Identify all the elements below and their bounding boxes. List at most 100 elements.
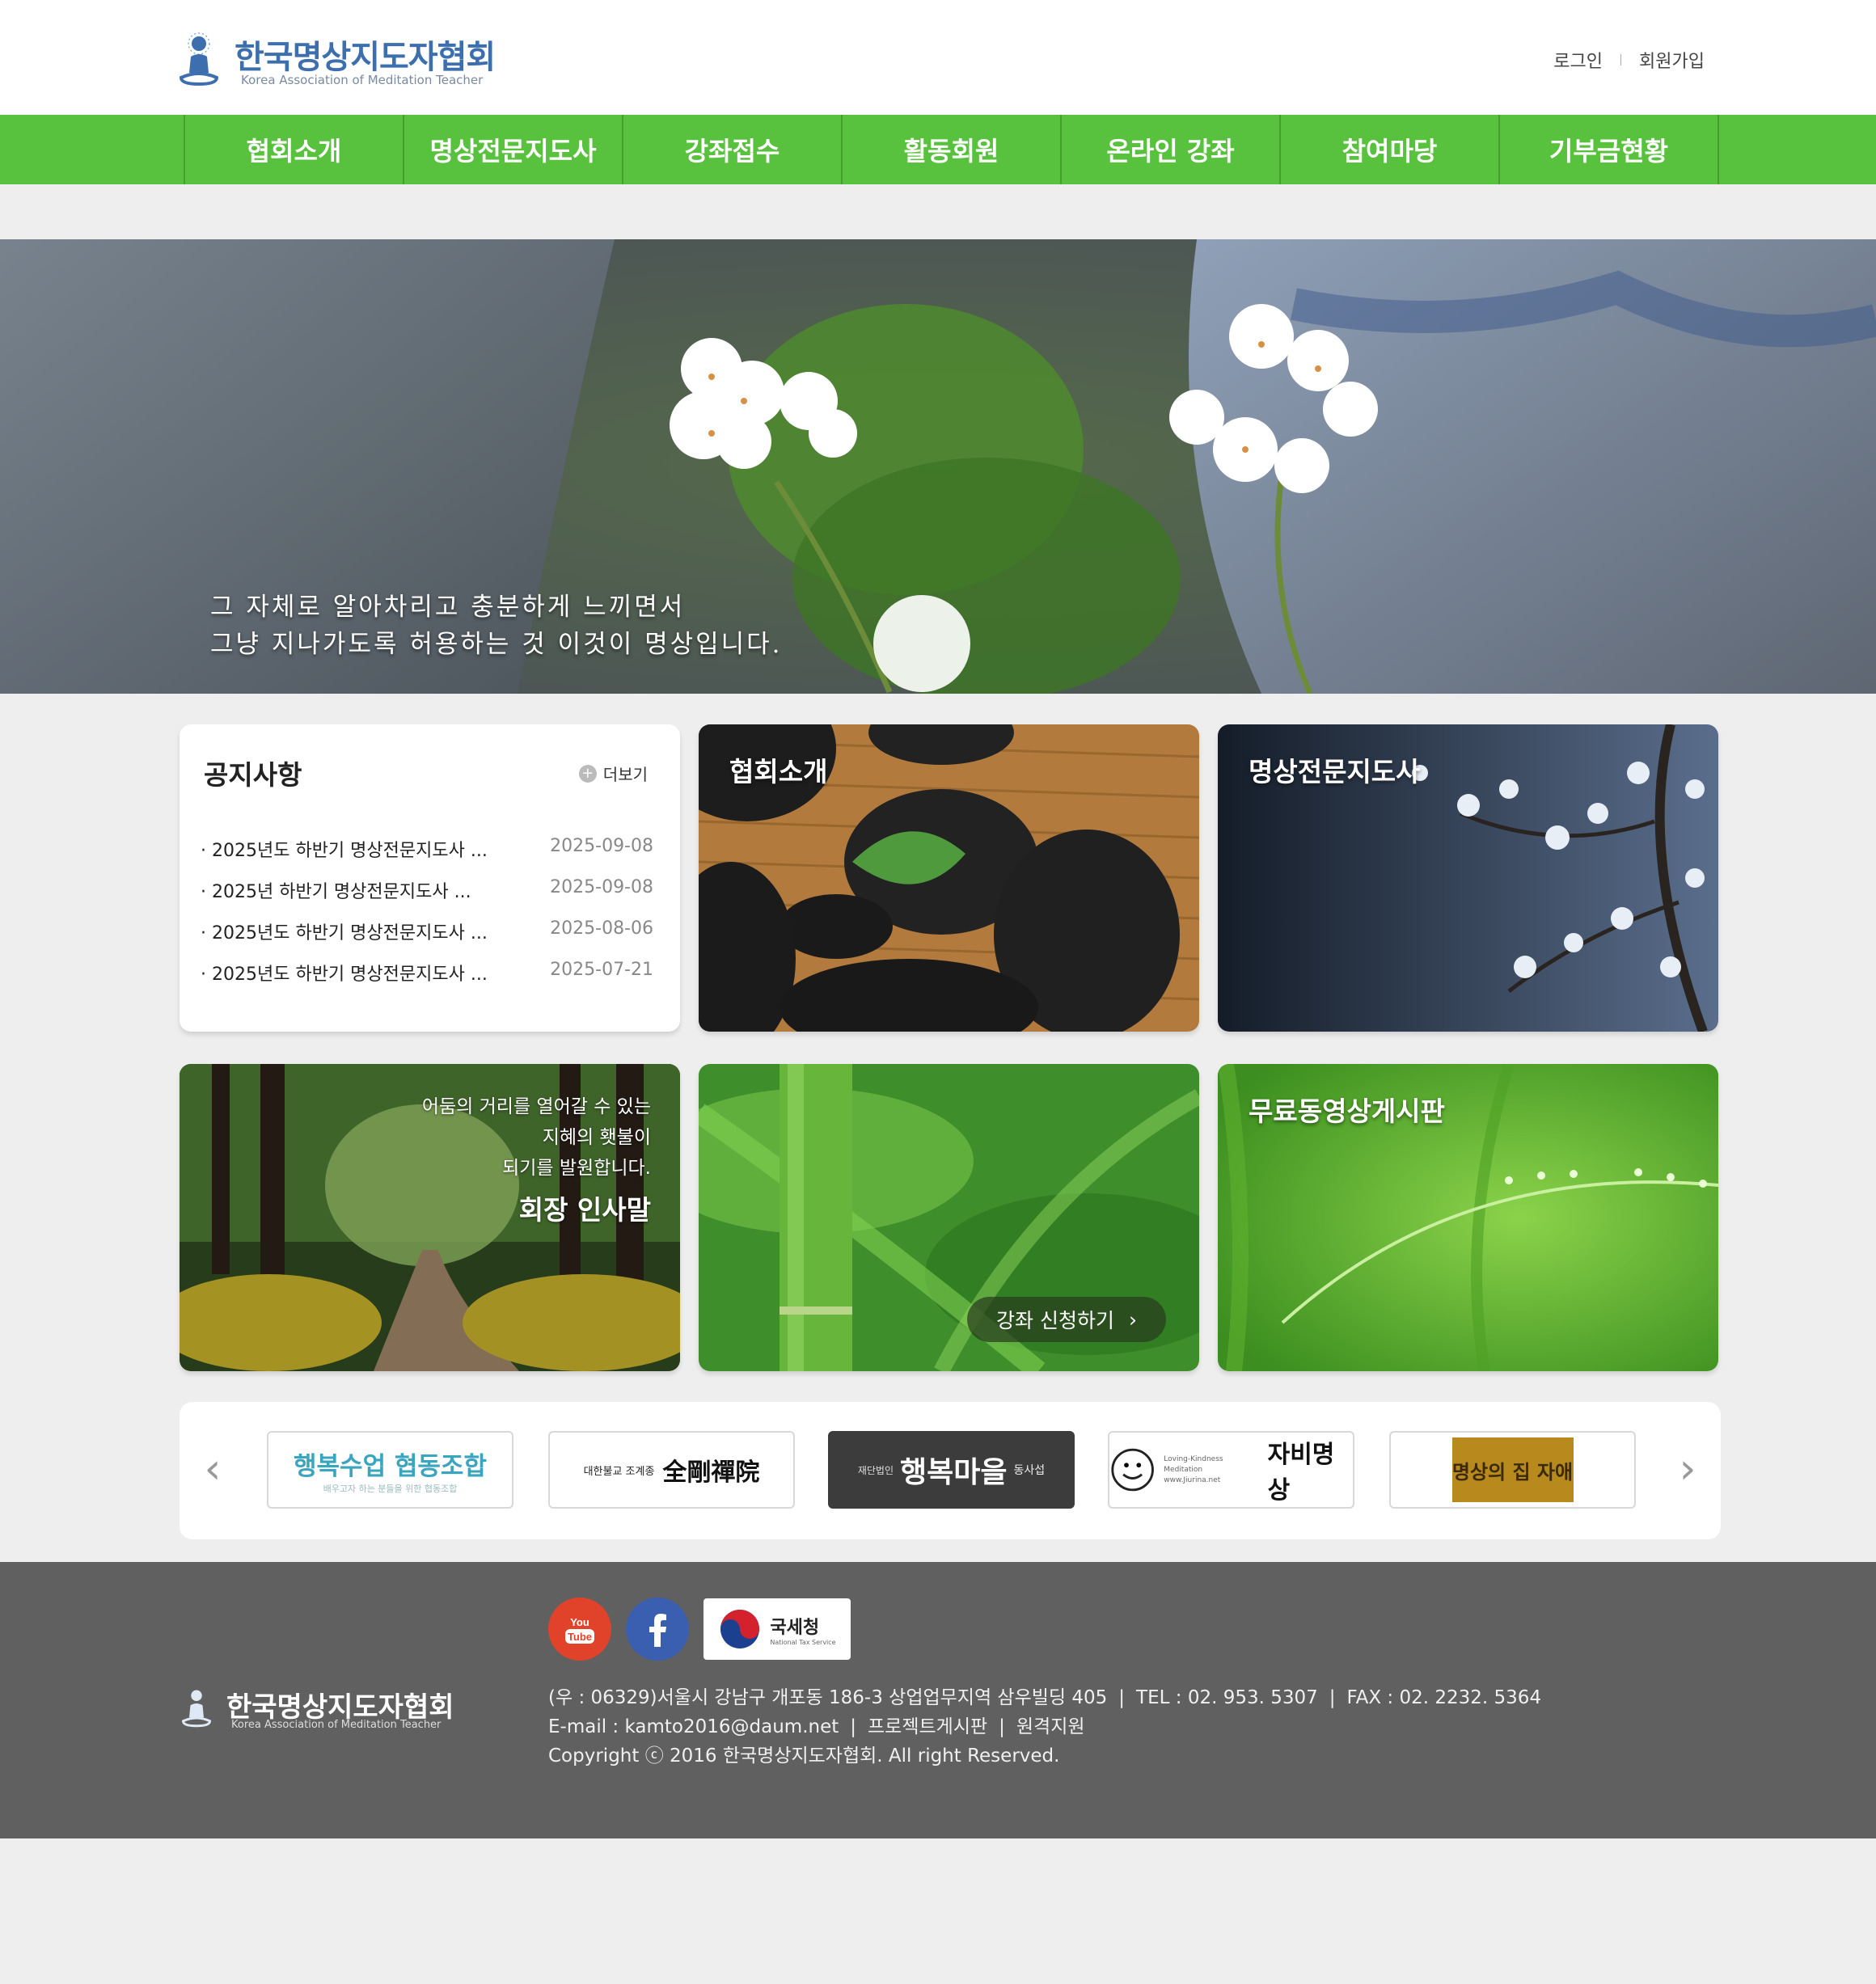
smiling-face-icon <box>1111 1448 1154 1492</box>
partner-logo-happy-class-content: 행복수업 협동조합 배우고자 하는 분들을 위한 협동조합 <box>294 1446 487 1495</box>
footer-tel: TEL : 02. 953. 5307 <box>1136 1687 1318 1708</box>
divider <box>1620 54 1622 65</box>
notice-more-label: 더보기 <box>602 765 648 784</box>
notice-item-title: · 2025년도 하반기 명상전문지도사 ... <box>201 965 488 985</box>
course-apply-card: 강좌 신청하기 › <box>699 1064 1199 1371</box>
instructor-card[interactable]: 명상전문지도사 <box>1218 724 1718 1032</box>
hero-quote-line-2: 그냥 지나가도록 허용하는 것 이것이 명상입니다. <box>210 630 783 659</box>
youtube-icon[interactable]: You Tube <box>548 1598 611 1661</box>
partner-name: 全剛禪院 <box>662 1458 760 1487</box>
notice-item[interactable]: · 2025년도 하반기 명상전문지도사 ... 2025-09-08 <box>201 836 653 877</box>
nav-item-community[interactable]: 참여마당 <box>1281 115 1500 184</box>
notice-item-title: · 2025년 하반기 명상전문지도사 ... <box>201 882 471 902</box>
divider: | <box>1329 1687 1336 1708</box>
logo-title: 한국명상지도자협회 <box>234 39 496 76</box>
about-card[interactable]: 협회소개 <box>699 724 1199 1032</box>
greeting-line-2: 지혜의 횃불이 <box>542 1127 651 1148</box>
partner-logo-compassion-content: Loving-Kindness Meditation www.Jiurina.n… <box>1109 1434 1353 1505</box>
partner-carousel: ‹ 행복수업 협동조합 배우고자 하는 분들을 위한 협동조합 대한불교 조계종… <box>180 1402 1721 1539</box>
nts-sub: National Tax Service <box>770 1638 836 1646</box>
partner-name: 행복수업 협동조합 <box>294 1451 487 1481</box>
notice-item[interactable]: · 2025년도 하반기 명상전문지도사 ... 2025-08-06 <box>201 918 653 960</box>
chevron-left-icon[interactable]: ‹ <box>201 1448 225 1490</box>
nav-item-online-course[interactable]: 온라인 강좌 <box>1062 115 1281 184</box>
notice-item[interactable]: · 2025년 하반기 명상전문지도사 ... 2025-09-08 <box>201 877 653 918</box>
partner-logo-happy-village-content: 재단법인 행복마을 동사섭 <box>858 1449 1045 1491</box>
partner-sub: 대한불교 조계종 <box>583 1465 655 1478</box>
nav-item-course-registration[interactable]: 강좌접수 <box>623 115 843 184</box>
hero-banner: 그 자체로 알아차리고 충분하게 느끼면서 그냥 지나가도록 허용하는 것 이것… <box>0 239 1876 694</box>
partner-logo-geumgang[interactable]: 대한불교 조계종 全剛禪院 <box>548 1431 795 1509</box>
notice-item-date: 2025-07-21 <box>550 960 653 980</box>
social-links: You Tube 국세청 National Tax Service <box>548 1598 851 1661</box>
greeting-line-1: 어둠의 거리를 열어갈 수 있는 <box>421 1096 651 1117</box>
partner-logo-compassion-meditation[interactable]: Loving-Kindness Meditation www.Jiurina.n… <box>1108 1431 1354 1509</box>
nav-item-members[interactable]: 활동회원 <box>843 115 1062 184</box>
nav-item-instructor[interactable]: 명상전문지도사 <box>404 115 623 184</box>
notice-more-button[interactable]: + 더보기 <box>578 762 648 785</box>
partner-logo-jaae[interactable]: 명상의 집 자애 <box>1389 1431 1636 1509</box>
footer-project-board-link[interactable]: 프로젝트게시판 <box>868 1716 987 1737</box>
greeting-card[interactable]: 어둠의 거리를 열어갈 수 있는 지혜의 횃불이 되기를 발원합니다. 회장 인… <box>180 1064 680 1371</box>
hero-quote-line-1: 그 자체로 알아차리고 충분하게 느끼면서 <box>210 593 686 622</box>
logo-subtitle: Korea Association of Meditation Teacher <box>241 73 484 87</box>
notice-item[interactable]: · 2025년도 하반기 명상전문지도사 ... 2025-07-21 <box>201 960 653 1001</box>
footer-fax: FAX : 02. 2232. 5364 <box>1346 1687 1542 1708</box>
partner-logo-happy-class[interactable]: 행복수업 협동조합 배우고자 하는 분들을 위한 협동조합 <box>267 1431 513 1509</box>
login-link[interactable]: 로그인 <box>1553 47 1603 73</box>
site-header: 한국명상지도자협회 Korea Association of Meditatio… <box>0 0 1876 115</box>
meditation-figure-icon <box>179 32 219 87</box>
notice-item-date: 2025-08-06 <box>550 918 653 939</box>
signup-link[interactable]: 회원가입 <box>1639 47 1705 73</box>
svg-text:Tube: Tube <box>568 1631 592 1643</box>
notice-item-title: · 2025년도 하반기 명상전문지도사 ... <box>201 841 488 861</box>
partner-name: 행복마을 <box>900 1456 1008 1489</box>
nts-link[interactable]: 국세청 National Tax Service <box>704 1598 851 1660</box>
chevron-right-icon[interactable]: › <box>1675 1448 1700 1490</box>
nts-label: 국세청 <box>770 1617 820 1638</box>
site-footer: You Tube 국세청 National Tax Service 한국명상지도자… <box>0 1562 1876 1838</box>
partner-name: 명상의 집 자애 <box>1451 1437 1574 1502</box>
partner-sub: 재단법인 <box>857 1464 894 1476</box>
nav-item-about[interactable]: 협회소개 <box>185 115 404 184</box>
video-board-card-label: 무료동영상게시판 <box>1249 1095 1445 1127</box>
site-logo[interactable]: 한국명상지도자협회 Korea Association of Meditatio… <box>176 31 500 92</box>
footer-logo: 한국명상지도자협회 Korea Association of Meditatio… <box>180 1685 454 1733</box>
meditation-figure-icon <box>181 1690 212 1728</box>
partner-sub-block: Loving-Kindness Meditation www.Jiurina.n… <box>1164 1454 1259 1486</box>
notice-title: 공지사항 <box>204 759 302 791</box>
partner-tag: 동사섭 <box>1013 1464 1046 1477</box>
partner-logo-happy-village[interactable]: 재단법인 행복마을 동사섭 <box>828 1431 1075 1509</box>
greeting-line-3: 되기를 발원합니다. <box>502 1158 651 1179</box>
svg-text:You: You <box>570 1616 589 1628</box>
footer-remote-support-link[interactable]: 원격지원 <box>1016 1716 1085 1737</box>
partner-sub: 배우고자 하는 분들을 위한 협동조합 <box>323 1483 458 1494</box>
about-card-label: 협회소개 <box>729 756 828 787</box>
partner-name: 자비명상 <box>1267 1441 1335 1505</box>
footer-info: (우 : 06329)서울시 강남구 개포동 186-3 상업업무지역 삼우빌딩… <box>548 1683 1541 1771</box>
chevron-right-icon: › <box>1128 1307 1137 1332</box>
greeting-text: 어둠의 거리를 열어갈 수 있는 지혜의 횃불이 되기를 발원합니다. 회장 인… <box>422 1091 651 1226</box>
footer-address: (우 : 06329)서울시 강남구 개포동 186-3 상업업무지역 삼우빌딩… <box>548 1687 1108 1708</box>
footer-contact-line: (우 : 06329)서울시 강남구 개포동 186-3 상업업무지역 삼우빌딩… <box>548 1683 1541 1712</box>
facebook-icon[interactable] <box>626 1598 689 1661</box>
divider: | <box>1118 1687 1126 1708</box>
notice-list: · 2025년도 하반기 명상전문지도사 ... 2025-09-08 · 202… <box>201 836 653 1001</box>
course-apply-button[interactable]: 강좌 신청하기 › <box>967 1297 1166 1342</box>
plus-icon: + <box>578 764 597 783</box>
footer-email[interactable]: E-mail : kamto2016@daum.net <box>548 1716 839 1737</box>
notice-item-date: 2025-09-08 <box>550 836 653 856</box>
course-apply-label: 강좌 신청하기 <box>996 1309 1114 1332</box>
partner-sub: Loving-Kindness Meditation <box>1164 1454 1223 1474</box>
video-board-card[interactable]: 무료동영상게시판 <box>1218 1064 1718 1371</box>
footer-logo-subtitle: Korea Association of Meditation Teacher <box>231 1719 442 1731</box>
hero-quote: 그 자체로 알아차리고 충분하게 느끼면서 그냥 지나가도록 허용하는 것 이것… <box>210 589 783 663</box>
top-links: 로그인 회원가입 <box>1553 47 1705 73</box>
main-nav: 협회소개 명상전문지도사 강좌접수 활동회원 온라인 강좌 참여마당 기부금현황 <box>0 115 1876 184</box>
divider: | <box>999 1716 1005 1737</box>
footer-links-line: E-mail : kamto2016@daum.net | 프로젝트게시판 | 원격지원 <box>548 1712 1541 1741</box>
greeting-title: 회장 인사말 <box>518 1194 651 1226</box>
partner-url: www.Jiurina.net <box>1164 1475 1221 1484</box>
nav-item-donations[interactable]: 기부금현황 <box>1500 115 1719 184</box>
divider: | <box>850 1716 857 1737</box>
